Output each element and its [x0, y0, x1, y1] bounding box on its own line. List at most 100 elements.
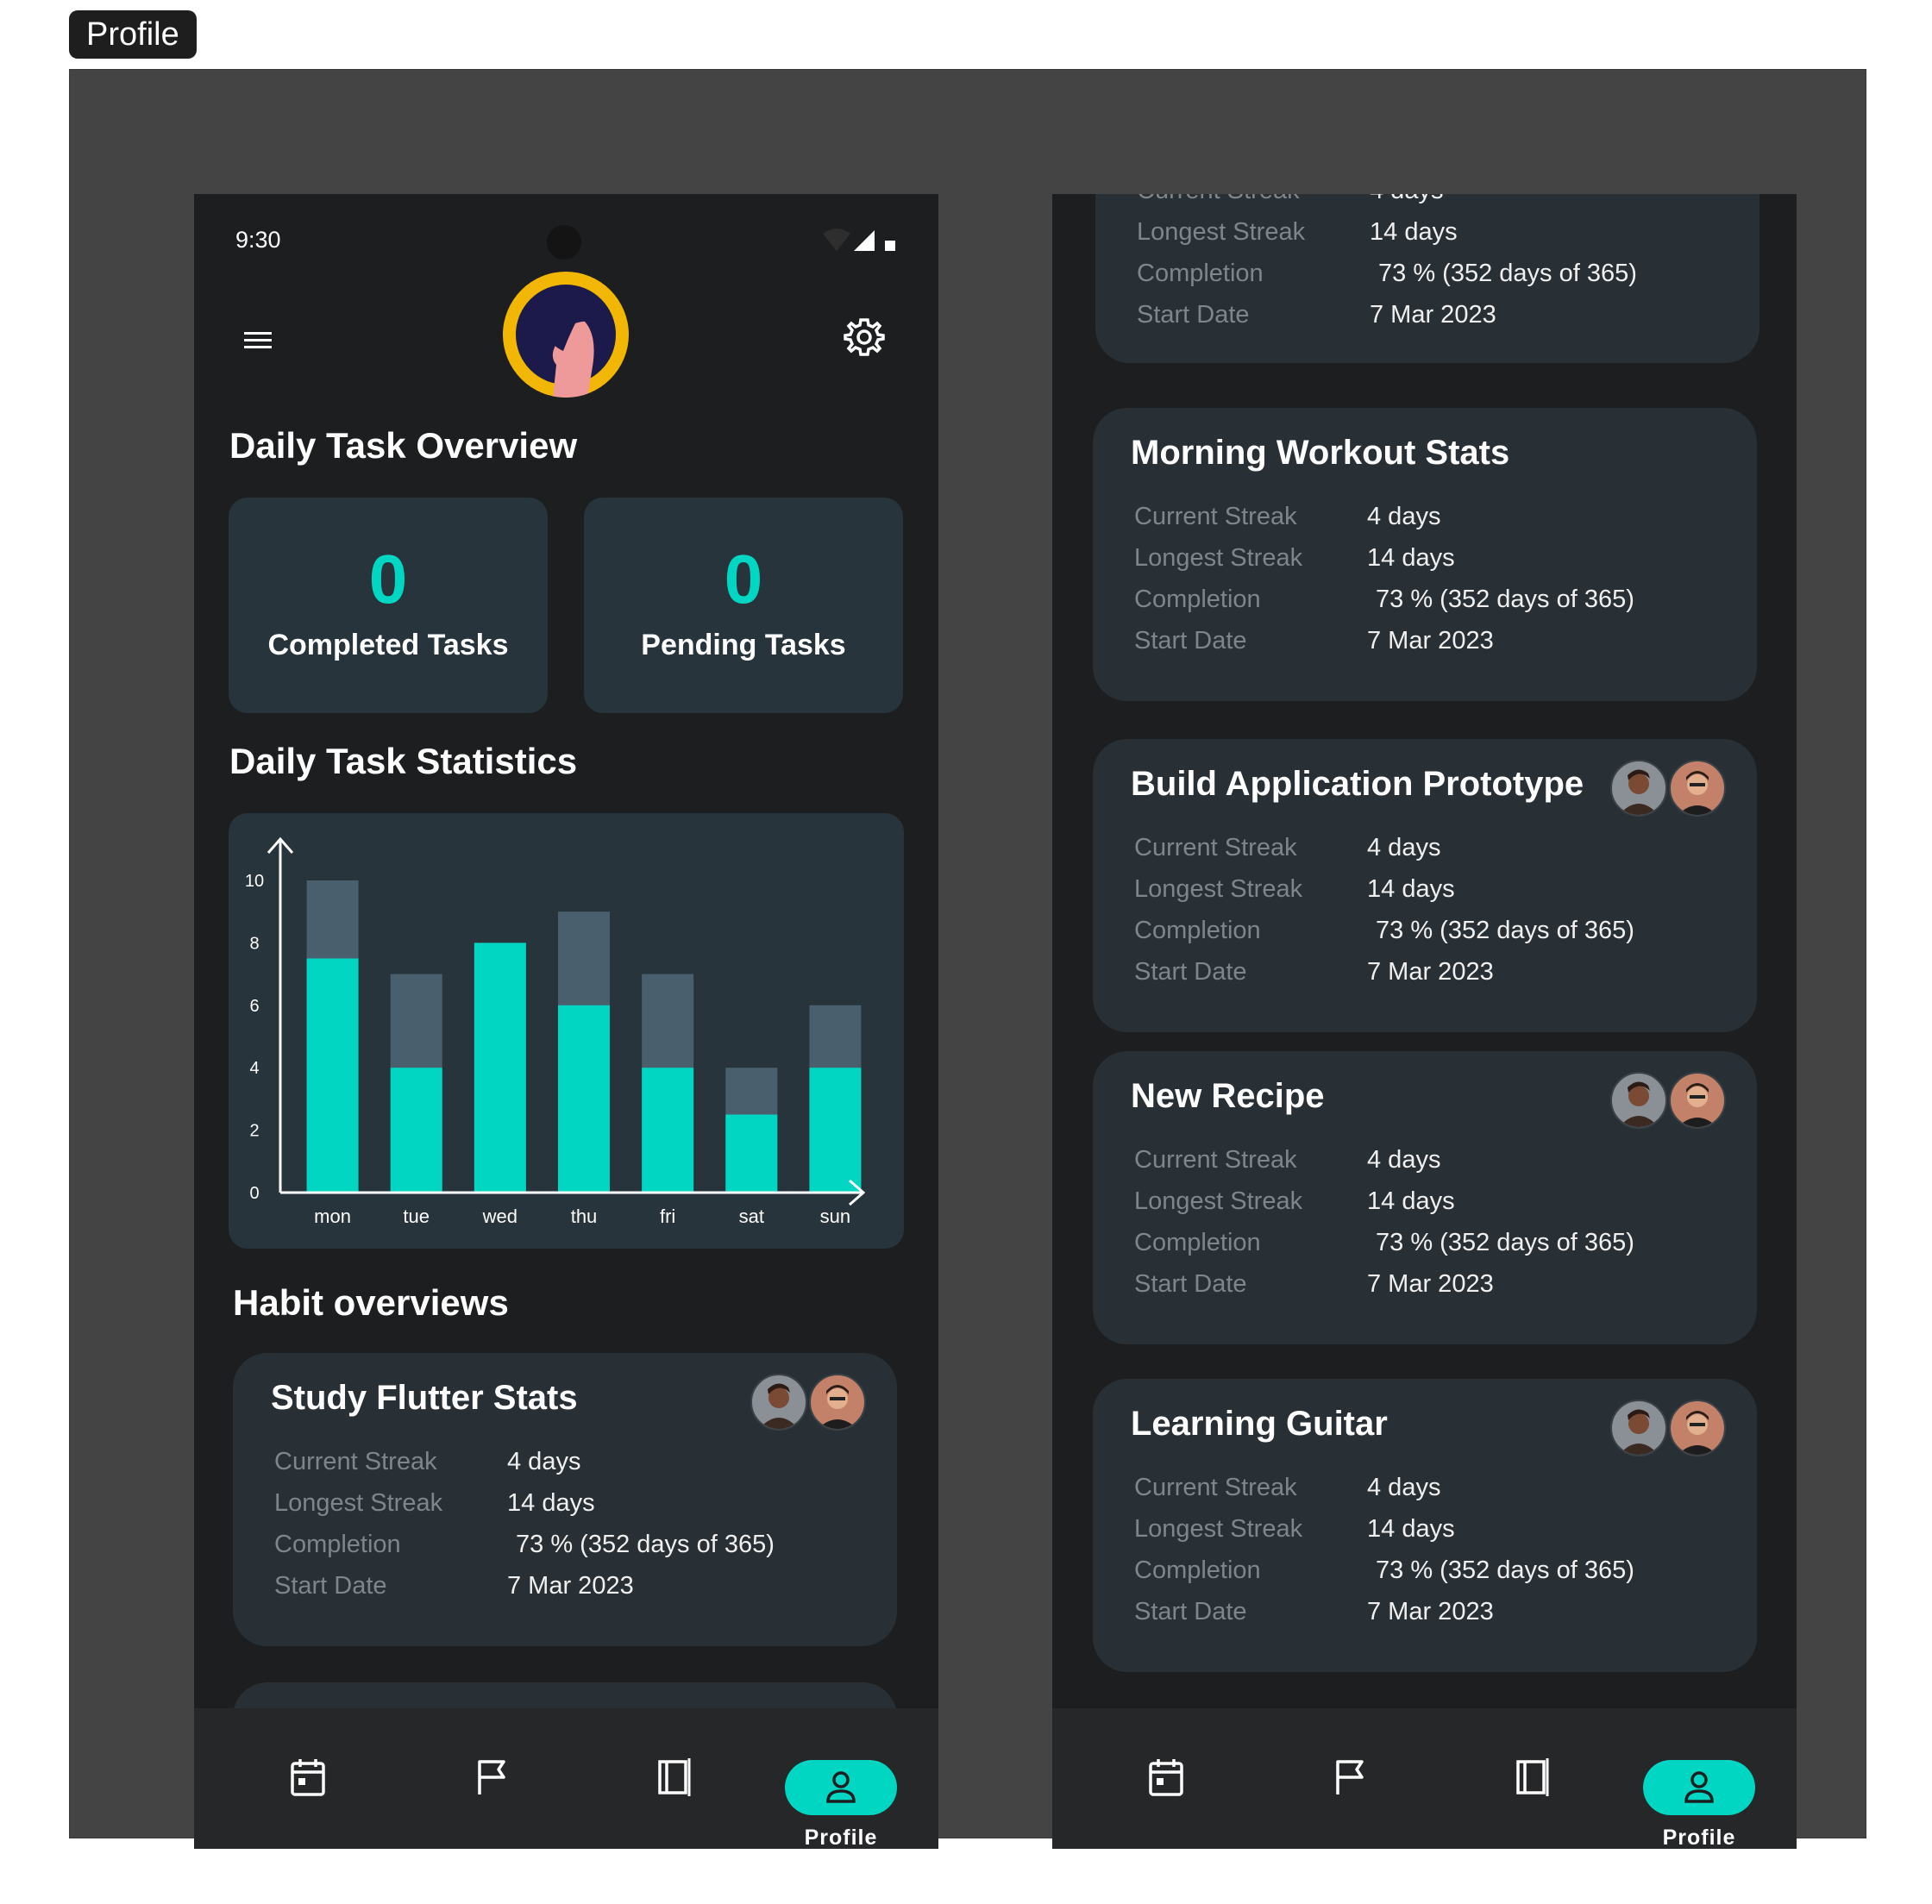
- start-date-value: 7 Mar 2023: [507, 1572, 634, 1600]
- longest-streak-value: 14 days: [1370, 218, 1458, 246]
- bar-completed-thu: [558, 1005, 610, 1193]
- habit-card-learning-guitar[interactable]: Learning Guitar Current Streak 4 days Lo…: [1093, 1379, 1757, 1672]
- nav-profile-label: Profile: [1662, 1826, 1736, 1849]
- current-streak-value: 4 days: [1367, 1474, 1441, 1501]
- flag-icon: [1336, 1760, 1364, 1794]
- person-icon: [1684, 1771, 1714, 1803]
- longest-streak-value: 14 days: [507, 1489, 595, 1517]
- user-avatar-illustration: [516, 285, 616, 398]
- habit-title: Morning Workout Stats: [1131, 434, 1510, 472]
- status-time: 9:30: [235, 227, 281, 253]
- y-tick-label: 8: [249, 934, 259, 953]
- phone-screen-habits: Current Streak 4 days Longest Streak 14 …: [1052, 194, 1797, 1849]
- gear-icon: [844, 318, 885, 356]
- longest-streak-label: Longest Streak: [1134, 875, 1303, 903]
- completion-value: 73 % (352 days of 365): [1376, 1556, 1634, 1584]
- completion-label: Completion: [1134, 1229, 1261, 1256]
- completion-label: Completion: [1134, 917, 1261, 944]
- nav-goals[interactable]: [1293, 1743, 1405, 1838]
- longest-streak-label: Longest Streak: [274, 1489, 443, 1517]
- user-avatar[interactable]: [503, 272, 629, 398]
- member-avatar: [1669, 760, 1726, 817]
- nav-profile[interactable]: Profile: [1643, 1743, 1755, 1849]
- nav-profile-label: Profile: [804, 1826, 878, 1849]
- habit-card-morning-workout[interactable]: Morning Workout Stats Current Streak 4 d…: [1093, 408, 1757, 701]
- completed-label: Completed Tasks: [267, 629, 509, 661]
- current-streak-label: Current Streak: [1137, 194, 1300, 205]
- x-tick-label: tue: [403, 1206, 430, 1227]
- current-streak-value: 4 days: [1367, 503, 1441, 530]
- member-avatar: [1669, 1072, 1726, 1129]
- start-date-value: 7 Mar 2023: [1370, 301, 1496, 329]
- nav-calendar[interactable]: [251, 1743, 363, 1838]
- design-canvas: 9:30 Daily Task Overview 0 Completed Tas…: [69, 69, 1866, 1849]
- longest-streak-value: 14 days: [1367, 1187, 1455, 1215]
- habit-card-new-recipe[interactable]: New Recipe Current Streak 4 days Longest…: [1093, 1051, 1757, 1344]
- pending-tasks-card[interactable]: 0 Pending Tasks: [584, 498, 903, 713]
- bar-completed-tue: [390, 1068, 442, 1193]
- bottom-navigation: Profile: [1052, 1708, 1797, 1849]
- x-tick-label: sun: [820, 1206, 850, 1227]
- start-date-label: Start Date: [274, 1572, 387, 1600]
- member-avatar: [1669, 1400, 1726, 1456]
- start-date-value: 7 Mar 2023: [1367, 1598, 1494, 1625]
- habit-card-clipped[interactable]: Current Streak 4 days Longest Streak 14 …: [1095, 194, 1760, 363]
- calendar-icon: [291, 1759, 325, 1796]
- start-date-label: Start Date: [1134, 627, 1247, 654]
- current-streak-value: 4 days: [1370, 194, 1443, 205]
- person-icon: [826, 1771, 856, 1803]
- bottom-navigation: Profile: [194, 1708, 938, 1849]
- book-icon: [1516, 1758, 1549, 1796]
- bar-completed-sat: [725, 1114, 778, 1193]
- nav-library[interactable]: [617, 1743, 729, 1838]
- nav-calendar[interactable]: [1109, 1743, 1221, 1838]
- habit-title: New Recipe: [1131, 1077, 1325, 1115]
- pending-label: Pending Tasks: [641, 629, 846, 661]
- completed-tasks-card[interactable]: 0 Completed Tasks: [229, 498, 548, 713]
- current-streak-label: Current Streak: [274, 1448, 437, 1475]
- habit-card-study-flutter[interactable]: Study Flutter Stats Current Streak 4 day…: [233, 1353, 897, 1646]
- longest-streak-value: 14 days: [1367, 875, 1455, 903]
- nav-library[interactable]: [1475, 1743, 1587, 1838]
- x-tick-label: thu: [571, 1206, 598, 1227]
- settings-button[interactable]: [842, 315, 887, 360]
- member-avatar: [1610, 760, 1667, 817]
- longest-streak-value: 14 days: [1367, 1515, 1455, 1543]
- completion-value: 73 % (352 days of 365): [1378, 260, 1637, 287]
- start-date-label: Start Date: [1137, 301, 1250, 329]
- completion-value: 73 % (352 days of 365): [1376, 917, 1634, 944]
- book-icon: [658, 1758, 691, 1796]
- start-date-value: 7 Mar 2023: [1367, 627, 1494, 654]
- habit-card-build-prototype[interactable]: Build Application Prototype Current Stre…: [1093, 739, 1757, 1032]
- current-streak-label: Current Streak: [1134, 1474, 1297, 1501]
- member-avatars: [1610, 1072, 1726, 1129]
- hamburger-icon: [244, 332, 272, 348]
- completion-label: Completion: [274, 1531, 401, 1558]
- member-avatar: [750, 1374, 807, 1431]
- x-tick-label: wed: [482, 1206, 518, 1227]
- completion-label: Completion: [1137, 260, 1264, 287]
- completion-value: 73 % (352 days of 365): [1376, 586, 1634, 613]
- member-avatars: [1610, 760, 1726, 817]
- nav-goals[interactable]: [435, 1743, 547, 1838]
- completed-count: 0: [368, 541, 408, 617]
- calendar-icon: [1149, 1759, 1183, 1796]
- longest-streak-label: Longest Streak: [1134, 1515, 1303, 1543]
- start-date-value: 7 Mar 2023: [1367, 958, 1494, 986]
- pending-count: 0: [724, 541, 763, 617]
- nav-active-indicator: [1643, 1760, 1755, 1815]
- current-streak-label: Current Streak: [1134, 834, 1297, 861]
- completion-label: Completion: [1134, 1556, 1261, 1584]
- daily-task-chart: 0 2 4 6 8 10 mon tue wed thu fri sat sun: [229, 813, 904, 1249]
- longest-streak-label: Longest Streak: [1134, 544, 1303, 572]
- completion-value: 73 % (352 days of 365): [516, 1531, 775, 1558]
- bar-chart-svg: 0 2 4 6 8 10 mon tue wed thu fri sat sun: [245, 836, 866, 1227]
- bar-completed-fri: [642, 1068, 694, 1193]
- menu-button[interactable]: [237, 323, 279, 358]
- longest-streak-label: Longest Streak: [1137, 218, 1306, 246]
- nav-profile[interactable]: Profile: [785, 1743, 897, 1849]
- frame-label: Profile: [69, 10, 197, 59]
- start-date-label: Start Date: [1134, 1598, 1247, 1625]
- y-tick-label: 0: [249, 1184, 259, 1203]
- member-avatars: [1610, 1400, 1726, 1456]
